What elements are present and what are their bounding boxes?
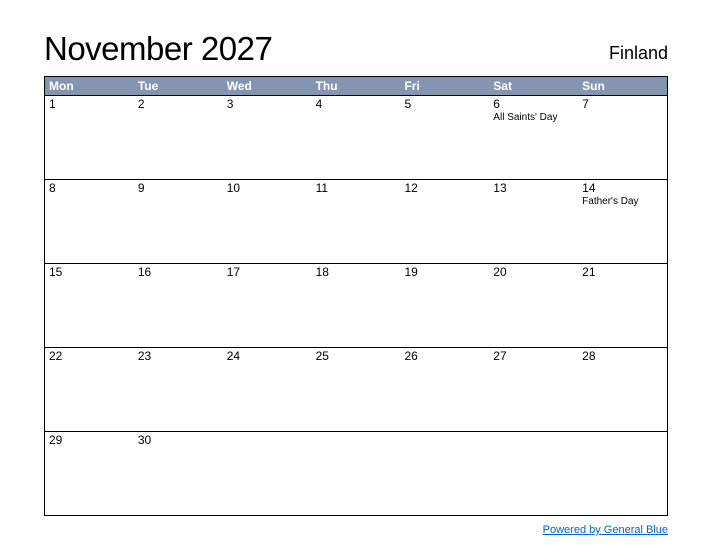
day-cell: 23 [134, 348, 223, 431]
weekday-header: Sat [489, 77, 578, 95]
day-cell-blank [578, 432, 667, 515]
week-row: 1 2 3 4 5 6 All Saints' Day 7 [45, 95, 667, 179]
day-cell-blank [223, 432, 312, 515]
day-number: 23 [138, 349, 219, 363]
day-cell-blank [312, 432, 401, 515]
day-number: 5 [404, 97, 485, 111]
day-cell: 17 [223, 264, 312, 347]
page-title: November 2027 [44, 30, 272, 68]
day-number: 13 [493, 181, 574, 195]
day-number: 9 [138, 181, 219, 195]
day-number: 19 [404, 265, 485, 279]
weekday-header: Sun [578, 77, 667, 95]
day-cell: 5 [400, 96, 489, 179]
day-number: 25 [316, 349, 397, 363]
day-cell: 6 All Saints' Day [489, 96, 578, 179]
weekday-header-row: Mon Tue Wed Thu Fri Sat Sun [45, 77, 667, 95]
day-cell: 24 [223, 348, 312, 431]
day-cell: 3 [223, 96, 312, 179]
day-number: 14 [582, 181, 663, 195]
day-cell: 30 [134, 432, 223, 515]
day-cell: 9 [134, 180, 223, 263]
powered-by-link[interactable]: Powered by General Blue [543, 524, 668, 536]
day-cell: 11 [312, 180, 401, 263]
day-number: 29 [49, 433, 130, 447]
day-number: 22 [49, 349, 130, 363]
weekday-header: Mon [45, 77, 134, 95]
region-label: Finland [609, 43, 668, 68]
day-cell: 18 [312, 264, 401, 347]
day-cell: 1 [45, 96, 134, 179]
day-cell-blank [489, 432, 578, 515]
day-number: 28 [582, 349, 663, 363]
day-number: 11 [316, 181, 397, 195]
week-row: 15 16 17 18 19 20 21 [45, 263, 667, 347]
day-cell: 4 [312, 96, 401, 179]
calendar-grid: Mon Tue Wed Thu Fri Sat Sun 1 2 3 4 5 6 … [44, 76, 668, 516]
week-row: 22 23 24 25 26 27 28 [45, 347, 667, 431]
weekday-header: Fri [400, 77, 489, 95]
day-number: 10 [227, 181, 308, 195]
day-cell: 13 [489, 180, 578, 263]
day-number: 30 [138, 433, 219, 447]
weekday-header: Wed [223, 77, 312, 95]
day-cell: 2 [134, 96, 223, 179]
day-cell: 12 [400, 180, 489, 263]
day-cell: 20 [489, 264, 578, 347]
day-number: 7 [582, 97, 663, 111]
day-number: 20 [493, 265, 574, 279]
day-number: 8 [49, 181, 130, 195]
day-number: 18 [316, 265, 397, 279]
day-cell: 27 [489, 348, 578, 431]
day-number: 27 [493, 349, 574, 363]
day-cell: 25 [312, 348, 401, 431]
day-number: 21 [582, 265, 663, 279]
weekday-header: Thu [312, 77, 401, 95]
week-row: 8 9 10 11 12 13 14 Father's Day [45, 179, 667, 263]
day-number: 3 [227, 97, 308, 111]
day-number: 24 [227, 349, 308, 363]
day-cell: 7 [578, 96, 667, 179]
day-cell: 14 Father's Day [578, 180, 667, 263]
day-cell: 28 [578, 348, 667, 431]
day-number: 26 [404, 349, 485, 363]
day-number: 4 [316, 97, 397, 111]
day-number: 2 [138, 97, 219, 111]
day-cell: 21 [578, 264, 667, 347]
day-cell: 10 [223, 180, 312, 263]
event-label: Father's Day [582, 196, 663, 207]
day-cell: 22 [45, 348, 134, 431]
day-cell: 26 [400, 348, 489, 431]
day-cell: 8 [45, 180, 134, 263]
day-number: 17 [227, 265, 308, 279]
day-number: 16 [138, 265, 219, 279]
weekday-header: Tue [134, 77, 223, 95]
event-label: All Saints' Day [493, 112, 574, 123]
day-number: 15 [49, 265, 130, 279]
day-cell: 19 [400, 264, 489, 347]
day-cell-blank [400, 432, 489, 515]
week-row: 29 30 [45, 431, 667, 515]
day-number: 12 [404, 181, 485, 195]
day-cell: 29 [45, 432, 134, 515]
day-cell: 15 [45, 264, 134, 347]
footer: Powered by General Blue [44, 520, 668, 538]
day-number: 1 [49, 97, 130, 111]
day-number: 6 [493, 97, 574, 111]
day-cell: 16 [134, 264, 223, 347]
calendar-header: November 2027 Finland [44, 30, 668, 68]
